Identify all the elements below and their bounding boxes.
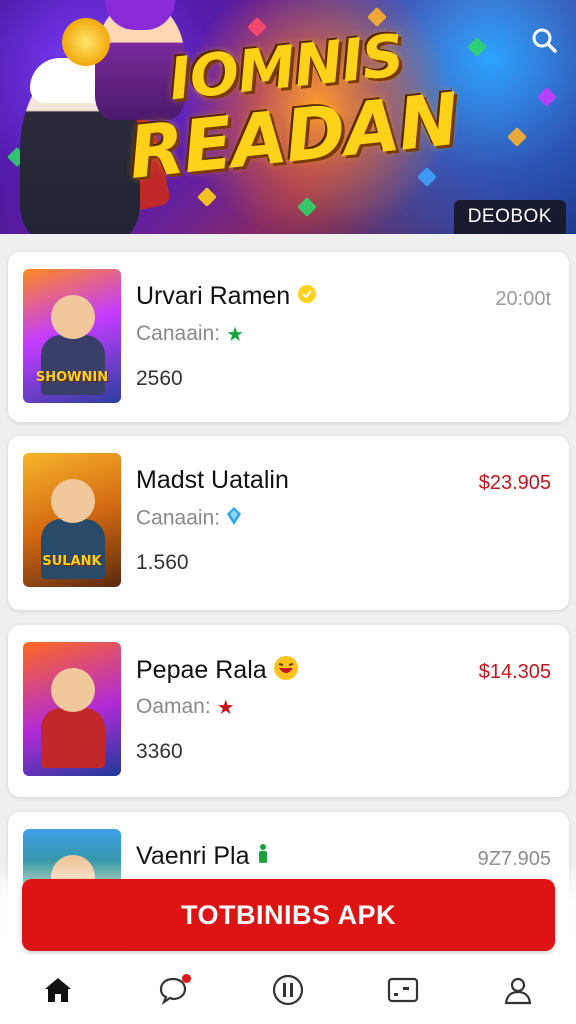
game-name-text: Urvari Ramen bbox=[136, 282, 291, 310]
laughing-emoji-icon bbox=[273, 655, 299, 688]
nav-home[interactable] bbox=[28, 960, 88, 1020]
game-price: 20:00t bbox=[495, 288, 551, 310]
gold-coin-icon bbox=[62, 18, 110, 66]
pause-circle-icon bbox=[272, 974, 304, 1005]
card-icon bbox=[388, 977, 419, 1002]
nav-play[interactable] bbox=[258, 960, 318, 1020]
blue-gem-icon bbox=[226, 506, 242, 532]
download-apk-button[interactable]: TOTBINIBS APK bbox=[22, 879, 555, 951]
game-category: Canaain: bbox=[136, 506, 242, 532]
game-category-text: Canaain: bbox=[136, 506, 221, 530]
game-price: $23.905 bbox=[478, 472, 551, 494]
notification-dot bbox=[181, 973, 191, 983]
thumb-character-face bbox=[51, 668, 95, 712]
game-card[interactable]: SULANK Madst Uatalin Canaain: 1.560 $23.… bbox=[8, 436, 569, 610]
gem-decoration bbox=[247, 17, 267, 37]
gem-decoration bbox=[417, 167, 437, 187]
game-list[interactable]: SHOWNIN Urvari Ramen Canaain: ★ 2560 20:0… bbox=[0, 234, 576, 954]
bottom-navigation bbox=[0, 955, 576, 1024]
search-icon bbox=[532, 28, 557, 53]
home-icon bbox=[44, 977, 71, 1002]
profile-icon bbox=[505, 977, 532, 1004]
game-card[interactable]: SHOWNIN Urvari Ramen Canaain: ★ 2560 20:0… bbox=[8, 252, 569, 422]
game-name[interactable]: Urvari Ramen bbox=[136, 282, 318, 312]
gem-decoration bbox=[507, 127, 527, 147]
game-name[interactable]: Madst Uatalin bbox=[136, 466, 289, 495]
banner-badge: DEOBOK bbox=[453, 200, 566, 234]
search-button[interactable] bbox=[526, 22, 562, 58]
download-count: 2560 bbox=[136, 367, 183, 390]
thumb-character-body bbox=[41, 335, 105, 395]
game-category-text: Canaain: bbox=[136, 322, 221, 346]
nav-profile[interactable] bbox=[488, 960, 548, 1020]
nav-wallet[interactable] bbox=[373, 960, 433, 1020]
game-name[interactable]: Pepae Rala bbox=[136, 655, 299, 688]
download-count: 3360 bbox=[136, 740, 183, 763]
thumb-character-body bbox=[41, 519, 105, 579]
game-thumbnail[interactable]: SULANK bbox=[23, 453, 121, 587]
game-name-text: Madst Uatalin bbox=[136, 466, 289, 494]
game-thumbnail[interactable]: SHOWNIN bbox=[23, 269, 121, 403]
gem-decoration bbox=[197, 187, 217, 207]
game-category: Oaman: ★ bbox=[136, 695, 235, 720]
gem-decoration bbox=[537, 87, 557, 107]
gem-decoration bbox=[467, 37, 487, 57]
thumb-character-face bbox=[51, 479, 95, 523]
coin-icon bbox=[296, 283, 318, 312]
download-count: 1.560 bbox=[136, 551, 189, 574]
game-price: $14.305 bbox=[478, 661, 551, 683]
thumb-character-body bbox=[41, 708, 105, 768]
banner-title: IOMNIS READAN bbox=[114, 19, 467, 195]
hero-banner[interactable]: IOMNIS READAN DEOBOK bbox=[0, 0, 576, 234]
game-category: Canaain: ★ bbox=[136, 322, 244, 347]
nav-chat[interactable] bbox=[143, 960, 203, 1020]
game-category-text: Oaman: bbox=[136, 695, 211, 719]
game-thumbnail[interactable] bbox=[23, 642, 121, 776]
game-card[interactable]: Pepae Rala Oaman: ★ 3360 $14.305 bbox=[8, 625, 569, 797]
thumb-logo: SHOWNIN bbox=[35, 370, 109, 385]
green-star-icon: ★ bbox=[226, 324, 244, 346]
gem-decoration bbox=[297, 197, 317, 217]
red-star-icon: ★ bbox=[216, 697, 235, 719]
thumb-logo: SULANK bbox=[42, 554, 102, 569]
game-name-text: Pepae Rala bbox=[136, 656, 267, 685]
thumb-character-face bbox=[51, 295, 95, 339]
